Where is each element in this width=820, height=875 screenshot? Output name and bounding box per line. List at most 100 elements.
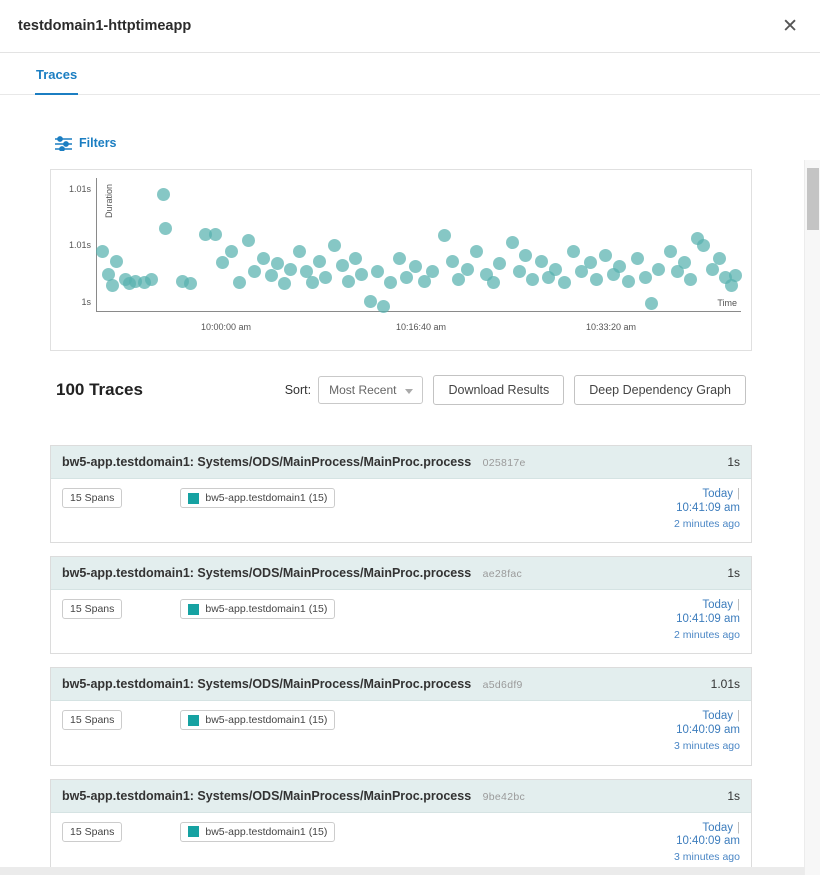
trace-scatter-point[interactable] xyxy=(145,273,158,286)
trace-scatter-point[interactable] xyxy=(271,257,284,270)
trace-scatter-point[interactable] xyxy=(697,239,710,252)
scrollbar-thumb[interactable] xyxy=(807,168,819,230)
trace-scatter-point[interactable] xyxy=(426,265,439,278)
trace-name: bw5-app.testdomain1: Systems/ODS/MainPro… xyxy=(62,789,471,803)
trace-id: 9be42bc xyxy=(483,791,525,803)
trace-card-header: bw5-app.testdomain1: Systems/ODS/MainPro… xyxy=(51,668,751,701)
trace-scatter-point[interactable] xyxy=(526,273,539,286)
trace-scatter-point[interactable] xyxy=(293,245,306,258)
service-color-swatch xyxy=(188,826,199,837)
trace-time: 10:41:09 am xyxy=(674,613,740,627)
trace-scatter-point[interactable] xyxy=(713,252,726,265)
trace-scatter-point[interactable] xyxy=(384,276,397,289)
trace-scatter-point[interactable] xyxy=(313,255,326,268)
trace-scatter-point[interactable] xyxy=(265,269,278,282)
trace-scatter-point[interactable] xyxy=(159,222,172,235)
trace-card-body: 15 Spans bw5-app.testdomain1 (15) Today|… xyxy=(51,479,751,542)
trace-scatter-point[interactable] xyxy=(96,245,109,258)
trace-scatter-point[interactable] xyxy=(519,249,532,262)
trace-card[interactable]: bw5-app.testdomain1: Systems/ODS/MainPro… xyxy=(50,667,752,765)
trace-scatter-point[interactable] xyxy=(622,275,635,288)
trace-scatter-point[interactable] xyxy=(452,273,465,286)
trace-scatter-point[interactable] xyxy=(400,271,413,284)
separator: | xyxy=(737,599,740,611)
trace-scatter-point[interactable] xyxy=(599,249,612,262)
trace-scatter-point[interactable] xyxy=(513,265,526,278)
trace-scatter-point[interactable] xyxy=(284,263,297,276)
trace-scatter-point[interactable] xyxy=(639,271,652,284)
trace-scatter-point[interactable] xyxy=(631,252,644,265)
trace-scatter-point[interactable] xyxy=(355,268,368,281)
filters-label: Filters xyxy=(79,136,117,150)
trace-scatter-point[interactable] xyxy=(233,276,246,289)
trace-scatter-point[interactable] xyxy=(493,257,506,270)
filters-button[interactable]: Filters xyxy=(50,133,752,153)
trace-scatter-point[interactable] xyxy=(645,297,658,310)
trace-scatter-point[interactable] xyxy=(248,265,261,278)
trace-scatter-point[interactable] xyxy=(409,260,422,273)
trace-time: 10:40:09 am xyxy=(674,724,740,738)
trace-scatter-point[interactable] xyxy=(590,273,603,286)
trace-scatter-point[interactable] xyxy=(371,265,384,278)
service-color-swatch xyxy=(188,715,199,726)
trace-scatter-point[interactable] xyxy=(438,229,451,242)
download-results-button[interactable]: Download Results xyxy=(433,375,564,405)
trace-card-header: bw5-app.testdomain1: Systems/ODS/MainPro… xyxy=(51,446,751,479)
trace-scatter-point[interactable] xyxy=(209,228,222,241)
trace-scatter-point[interactable] xyxy=(157,188,170,201)
results-controls: Sort: Most Recent Download Results Deep … xyxy=(285,375,746,405)
trace-scatter-point[interactable] xyxy=(349,252,362,265)
trace-time: 10:41:09 am xyxy=(674,502,740,516)
separator: | xyxy=(737,488,740,500)
close-icon[interactable]: ✕ xyxy=(778,13,802,40)
trace-scatter-point[interactable] xyxy=(549,263,562,276)
trace-scatter-point[interactable] xyxy=(558,276,571,289)
trace-scatter-point[interactable] xyxy=(225,245,238,258)
trace-list: bw5-app.testdomain1: Systems/ODS/MainPro… xyxy=(50,445,752,875)
trace-scatter-point[interactable] xyxy=(364,295,377,308)
y-axis-line xyxy=(96,178,97,312)
trace-scatter-point[interactable] xyxy=(535,255,548,268)
trace-card[interactable]: bw5-app.testdomain1: Systems/ODS/MainPro… xyxy=(50,445,752,543)
trace-scatter-point[interactable] xyxy=(110,255,123,268)
trace-scatter-point[interactable] xyxy=(584,256,597,269)
trace-scatter-point[interactable] xyxy=(342,275,355,288)
trace-scatter-point[interactable] xyxy=(678,256,691,269)
trace-scatter-point[interactable] xyxy=(487,276,500,289)
trace-scatter-point[interactable] xyxy=(393,252,406,265)
trace-scatter-point[interactable] xyxy=(278,277,291,290)
x-tick-3: 10:33:20 am xyxy=(571,322,651,332)
trace-scatter-point[interactable] xyxy=(242,234,255,247)
trace-scatter-point[interactable] xyxy=(664,245,677,258)
trace-card-body: 15 Spans bw5-app.testdomain1 (15) Today|… xyxy=(51,701,751,764)
trace-scatter-point[interactable] xyxy=(319,271,332,284)
trace-scatter-point[interactable] xyxy=(567,245,580,258)
trace-timestamp: Today| 10:40:09 am 3 minutes ago xyxy=(674,822,740,864)
trace-scatter-point[interactable] xyxy=(506,236,519,249)
deep-dependency-graph-button[interactable]: Deep Dependency Graph xyxy=(574,375,746,405)
trace-scatter-point[interactable] xyxy=(257,252,270,265)
trace-scatter-point[interactable] xyxy=(184,277,197,290)
sort-select[interactable]: Most Recent xyxy=(318,376,423,404)
service-chip: bw5-app.testdomain1 (15) xyxy=(180,710,335,730)
trace-scatter-point[interactable] xyxy=(216,256,229,269)
trace-title: bw5-app.testdomain1: Systems/ODS/MainPro… xyxy=(62,677,523,691)
trace-scatter-point[interactable] xyxy=(328,239,341,252)
trace-scatter-point[interactable] xyxy=(336,259,349,272)
trace-id: 025817e xyxy=(483,457,526,469)
trace-scatter-point[interactable] xyxy=(613,260,626,273)
trace-card[interactable]: bw5-app.testdomain1: Systems/ODS/MainPro… xyxy=(50,556,752,654)
trace-scatter-point[interactable] xyxy=(652,263,665,276)
vertical-scrollbar[interactable] xyxy=(804,160,820,875)
trace-card-body: 15 Spans bw5-app.testdomain1 (15) Today|… xyxy=(51,813,751,875)
trace-scatter-point[interactable] xyxy=(684,273,697,286)
trace-scatter-point[interactable] xyxy=(470,245,483,258)
trace-scatter-point[interactable] xyxy=(306,276,319,289)
trace-card[interactable]: bw5-app.testdomain1: Systems/ODS/MainPro… xyxy=(50,779,752,875)
tab-traces[interactable]: Traces xyxy=(35,53,78,95)
trace-scatter-point[interactable] xyxy=(461,263,474,276)
trace-scatter-point[interactable] xyxy=(729,269,742,282)
trace-scatter-point[interactable] xyxy=(446,255,459,268)
trace-scatter-point[interactable] xyxy=(106,279,119,292)
trace-chips: 15 Spans bw5-app.testdomain1 (15) xyxy=(62,488,335,530)
